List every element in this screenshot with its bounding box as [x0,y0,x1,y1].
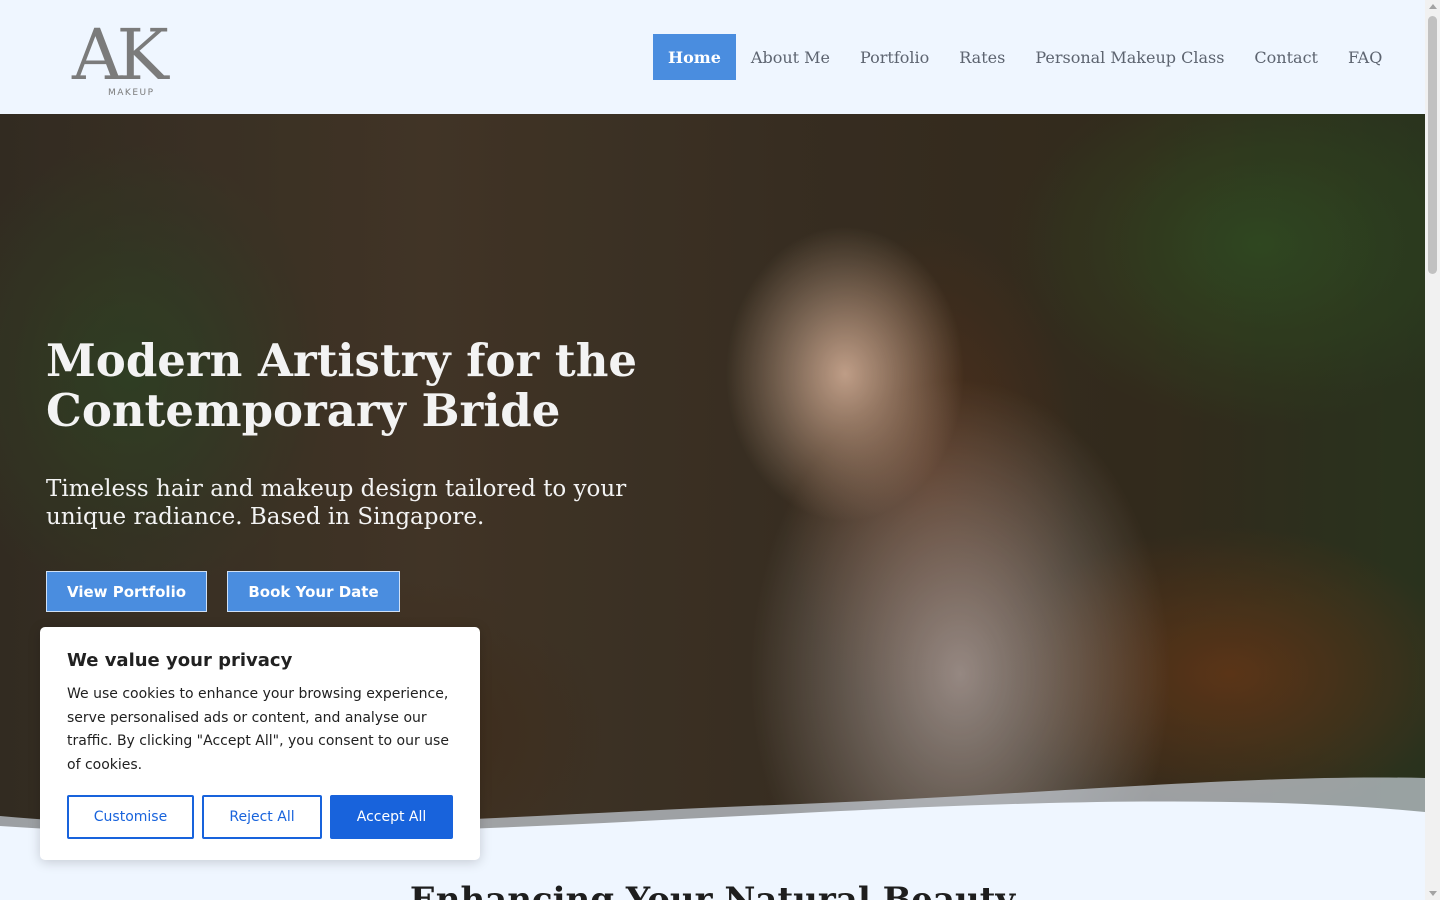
book-your-date-button[interactable]: Book Your Date [227,571,400,612]
nav-home[interactable]: Home [653,34,736,80]
scroll-thumb[interactable] [1428,16,1437,274]
nav-about-me[interactable]: About Me [736,34,845,80]
logo-subtitle: MAKEUP [108,88,155,98]
main-nav: Home About Me Portfolio Rates Personal M… [653,34,1397,80]
section-title: Enhancing Your Natural Beauty [409,880,1016,900]
nav-faq[interactable]: FAQ [1333,34,1397,80]
scroll-up-arrow-icon[interactable] [1429,4,1437,9]
cookie-text: We use cookies to enhance your browsing … [67,686,449,774]
site-logo[interactable]: AK MAKEUP [72,20,184,102]
logo-mark: AK [72,14,169,96]
nav-portfolio[interactable]: Portfolio [845,34,944,80]
customise-button[interactable]: Customise [67,795,194,839]
cookie-consent-banner: We value your privacy We use cookies to … [40,627,480,860]
nav-contact[interactable]: Contact [1239,34,1333,80]
hero-title: Modern Artistry for the Contemporary Bri… [46,334,638,437]
site-header: AK MAKEUP Home About Me Portfolio Rates … [0,0,1425,114]
scroll-down-arrow-icon[interactable] [1429,891,1437,896]
nav-rates[interactable]: Rates [944,34,1020,80]
cookie-title: We value your privacy [67,650,293,671]
page-scrollbar[interactable] [1425,0,1440,900]
reject-all-button[interactable]: Reject All [202,795,322,839]
accept-all-button[interactable]: Accept All [330,795,453,839]
view-portfolio-button[interactable]: View Portfolio [46,571,207,612]
hero-subtitle: Timeless hair and makeup design tailored… [46,476,627,530]
nav-personal-makeup-class[interactable]: Personal Makeup Class [1020,34,1239,80]
